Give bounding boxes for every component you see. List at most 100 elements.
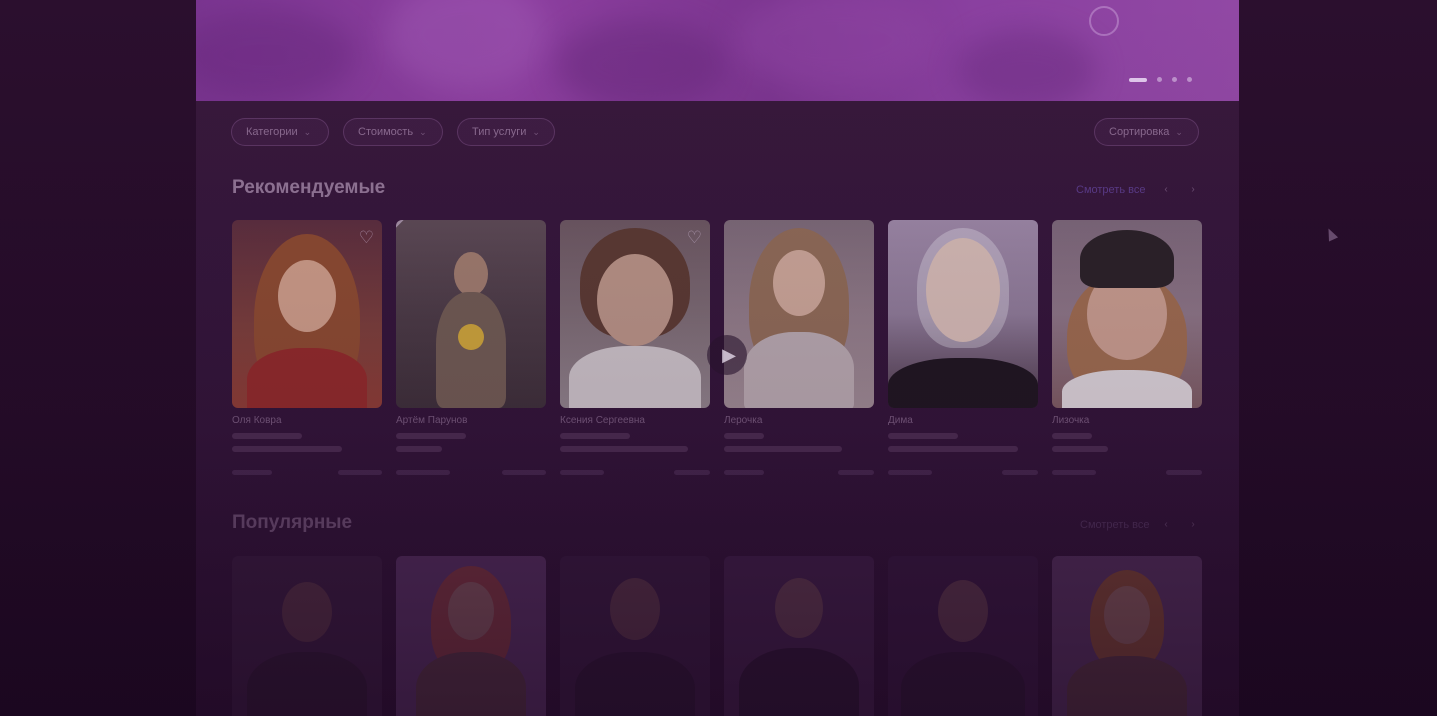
filter-service-type[interactable]: Тип услуги ⌄ <box>457 118 555 146</box>
filter-price[interactable]: Стоимость ⌄ <box>343 118 443 146</box>
carousel-dot[interactable] <box>1187 77 1192 82</box>
price-stat <box>502 470 546 475</box>
chevron-left-icon[interactable]: ‹ <box>1159 182 1173 196</box>
performer-name: Лерочка <box>724 415 763 426</box>
filter-category[interactable]: Категории ⌄ <box>231 118 329 146</box>
performer-photo <box>724 220 874 408</box>
chevron-down-icon: ⌄ <box>419 126 427 137</box>
chevron-right-icon[interactable]: › <box>1186 182 1200 196</box>
performer-tags <box>560 446 688 452</box>
carousel-dot[interactable] <box>1172 77 1177 82</box>
photo-decor <box>454 252 488 296</box>
rating-stat <box>232 470 272 475</box>
performer-tags <box>396 446 442 452</box>
photo-decor <box>901 652 1025 716</box>
sort-dropdown[interactable]: Сортировка ⌄ <box>1094 118 1199 146</box>
price-stat <box>674 470 710 475</box>
filter-bar: Категории ⌄ Стоимость ⌄ Тип услуги ⌄ <box>231 118 555 146</box>
heart-icon[interactable]: ♡ <box>687 228 702 248</box>
photo-decor <box>1104 586 1150 644</box>
photo-decor <box>597 254 673 346</box>
performer-stats <box>1052 470 1202 475</box>
hero-banner[interactable] <box>196 0 1239 101</box>
performer-photo: ◤ <box>396 220 546 408</box>
rating-stat <box>560 470 604 475</box>
heart-icon[interactable]: ♡ <box>359 228 374 248</box>
performer-photo <box>888 220 1038 408</box>
performer-photo <box>724 556 874 716</box>
performer-card[interactable]: Лизочка <box>1052 220 1202 482</box>
performer-card[interactable]: Дима <box>888 220 1038 482</box>
rating-stat <box>1052 470 1096 475</box>
price-stat <box>1166 470 1202 475</box>
performer-tags <box>724 446 842 452</box>
performer-stats <box>232 470 382 475</box>
catalog-page: Категории ⌄ Стоимость ⌄ Тип услуги ⌄ Сор… <box>196 0 1239 716</box>
carousel-dot[interactable] <box>1157 77 1162 82</box>
carousel-dots[interactable] <box>1129 77 1192 82</box>
photo-decor <box>575 652 695 716</box>
photo-decor <box>247 652 367 716</box>
photo-decor <box>416 652 526 716</box>
left-backdrop <box>0 0 196 716</box>
bookmark-icon[interactable]: ◤ <box>396 220 404 232</box>
performer-name: Оля Ковра <box>232 415 282 426</box>
performer-category <box>560 433 630 439</box>
photo-decor <box>436 292 506 408</box>
photo-decor <box>448 582 494 640</box>
performer-card[interactable] <box>560 556 710 716</box>
performer-name: Артём Парунов <box>396 415 468 426</box>
performer-card[interactable] <box>232 556 382 716</box>
photo-decor <box>888 358 1038 408</box>
photo-decor <box>1062 370 1192 408</box>
right-backdrop <box>1239 0 1437 716</box>
performer-category <box>232 433 302 439</box>
performer-card[interactable] <box>724 556 874 716</box>
performer-stats <box>888 470 1038 475</box>
performer-tags <box>1052 446 1108 452</box>
photo-decor <box>1067 656 1187 716</box>
hero-decor <box>556 20 726 101</box>
hero-decor <box>736 0 936 90</box>
performer-name: Лизочка <box>1052 415 1090 426</box>
performer-photo: ♡ <box>560 220 710 408</box>
performer-tags <box>888 446 1018 452</box>
performer-photo <box>1052 220 1202 408</box>
filter-label: Категории <box>246 126 298 138</box>
see-all-popular-link[interactable]: Смотреть все <box>1080 519 1149 531</box>
performer-card[interactable] <box>396 556 546 716</box>
chevron-right-icon[interactable]: › <box>1186 517 1200 531</box>
performer-photo <box>888 556 1038 716</box>
hero-decor <box>196 10 356 100</box>
performer-card[interactable]: ◤ Артём Парунов <box>396 220 546 482</box>
photo-decor <box>739 648 859 716</box>
rating-stat <box>396 470 450 475</box>
chevron-left-icon[interactable]: ‹ <box>1159 517 1173 531</box>
chevron-down-icon: ⌄ <box>1175 126 1183 137</box>
performer-card[interactable]: ♡ Ксения Сергеевна <box>560 220 710 482</box>
rating-stat <box>724 470 764 475</box>
carousel-dot-active[interactable] <box>1129 77 1147 82</box>
play-icon[interactable]: ▶ <box>707 335 747 375</box>
performer-card[interactable] <box>888 556 1038 716</box>
performer-card[interactable] <box>1052 556 1202 716</box>
chevron-down-icon: ⌄ <box>303 126 312 137</box>
photo-decor <box>938 580 988 642</box>
performer-photo <box>560 556 710 716</box>
performer-category <box>888 433 958 439</box>
performer-card[interactable]: ♡ Оля Ковра <box>232 220 382 482</box>
performer-name: Дима <box>888 415 913 426</box>
photo-decor <box>917 228 1009 348</box>
app-window: Категории ⌄ Стоимость ⌄ Тип услуги ⌄ Сор… <box>0 0 1437 716</box>
price-stat <box>1002 470 1038 475</box>
performer-photo <box>396 556 546 716</box>
filter-label: Тип услуги <box>472 126 527 138</box>
performer-photo <box>1052 556 1202 716</box>
see-all-recommended-link[interactable]: Смотреть все <box>1076 184 1145 196</box>
photo-decor <box>282 582 332 642</box>
photo-decor <box>744 332 854 408</box>
performer-category <box>724 433 764 439</box>
filter-label: Стоимость <box>358 126 414 138</box>
rating-stat <box>888 470 932 475</box>
price-stat <box>338 470 382 475</box>
